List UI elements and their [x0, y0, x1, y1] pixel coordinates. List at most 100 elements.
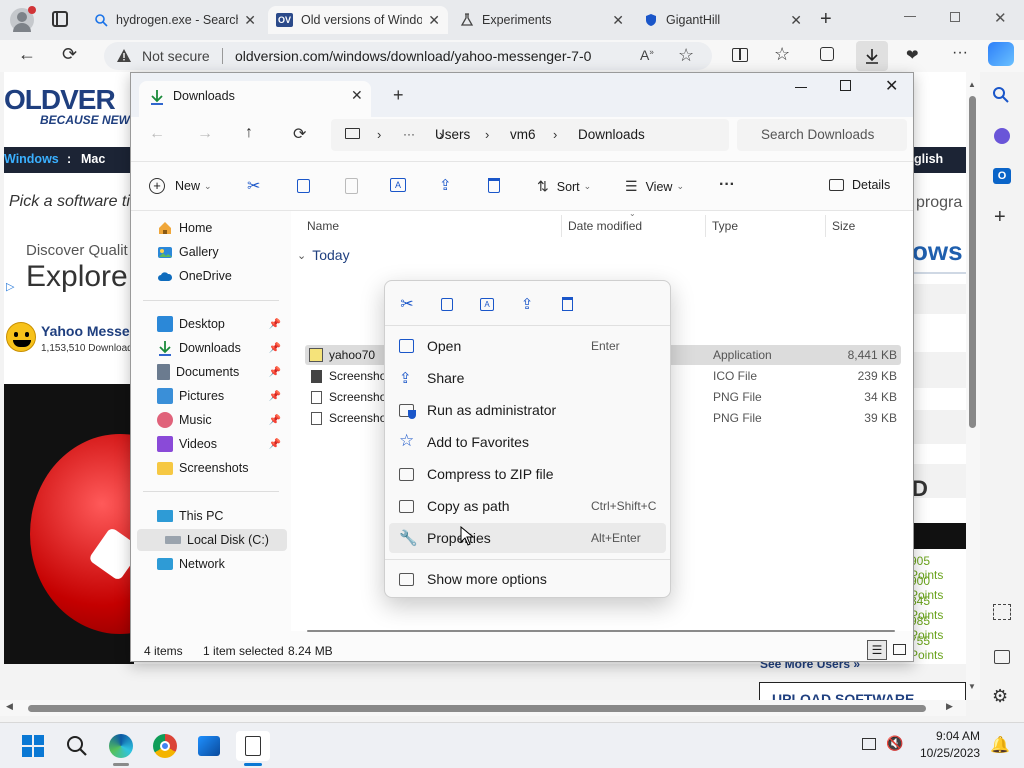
paste-icon[interactable]	[345, 178, 358, 194]
collections-icon[interactable]	[820, 47, 834, 61]
close-tab-icon[interactable]: ✕	[612, 12, 624, 29]
back-icon[interactable]: ←	[18, 44, 36, 65]
forward-arrow-icon[interactable]: →	[197, 125, 213, 143]
search-icon[interactable]	[992, 86, 1010, 104]
nav-videos[interactable]: Videos 📌	[137, 433, 287, 455]
rename-icon[interactable]: A	[390, 178, 406, 192]
clock-time[interactable]: 9:04 AM	[936, 729, 980, 743]
nav-pictures[interactable]: Pictures 📌	[137, 385, 287, 407]
sort-button[interactable]: ⇅ Sort ⌄	[537, 178, 591, 195]
column-header-type[interactable]: Type	[712, 219, 738, 233]
taskbar-search-button[interactable]	[62, 731, 92, 761]
nav-network[interactable]: Network	[137, 553, 287, 575]
delete-icon[interactable]	[556, 293, 578, 315]
refresh-icon[interactable]: ⟳	[293, 124, 306, 144]
screenshot-tool-icon[interactable]	[993, 604, 1011, 620]
screen-tray-icon[interactable]	[862, 738, 876, 750]
explorer-tab-downloads[interactable]: Downloads ✕	[139, 81, 371, 117]
pin-icon[interactable]: 📌	[269, 439, 281, 450]
clock-date[interactable]: 10/25/2023	[920, 746, 980, 760]
pin-icon[interactable]: 📌	[269, 391, 281, 402]
cut-icon[interactable]: ✂	[396, 293, 418, 315]
menu-item-show-more-options[interactable]: Show more options	[389, 564, 666, 594]
sidebar-toggle-icon[interactable]	[994, 650, 1010, 664]
new-tab-button[interactable]: +	[820, 8, 832, 31]
breadcrumb-downloads[interactable]: Downloads	[578, 127, 645, 142]
pin-icon[interactable]: 📌	[269, 415, 281, 426]
nav-mac-link[interactable]: Mac	[81, 152, 105, 166]
more-options-button[interactable]: ···	[719, 176, 735, 194]
menu-item-add-favorites[interactable]: ☆ Add to Favorites	[389, 427, 666, 457]
menu-item-share[interactable]: ⇪ Share	[389, 363, 666, 393]
nav-windows-link[interactable]: Windows	[4, 152, 59, 166]
profile-avatar[interactable]	[10, 6, 36, 32]
new-button[interactable]: + New ⌄	[149, 178, 212, 194]
nav-screenshots[interactable]: Screenshots	[137, 457, 287, 479]
back-arrow-icon[interactable]: ←	[149, 125, 165, 143]
horizontal-scrollbar[interactable]: ◀ ▶	[0, 700, 966, 716]
nav-desktop[interactable]: Desktop 📌	[137, 313, 287, 335]
rename-icon[interactable]: A	[476, 293, 498, 315]
refresh-icon[interactable]: ⟳	[62, 44, 77, 65]
app-title-link[interactable]: Yahoo Messe	[41, 323, 130, 339]
copilot-icon[interactable]	[988, 42, 1014, 66]
menu-item-run-as-admin[interactable]: Run as administrator	[389, 395, 666, 425]
volume-muted-icon[interactable]: 🔇	[886, 735, 903, 752]
search-downloads-input[interactable]: Search Downloads	[737, 119, 907, 151]
nav-gallery[interactable]: Gallery	[137, 241, 287, 263]
edge-taskbar-icon[interactable]	[106, 731, 136, 761]
pin-icon[interactable]: 📌	[269, 367, 281, 378]
column-header-size[interactable]: Size	[832, 219, 855, 233]
tab-oldversion[interactable]: OV Old versions of Windows ✕	[268, 6, 448, 34]
column-header-date[interactable]: Date modified	[568, 219, 642, 233]
tab-hydrogen-search[interactable]: hydrogen.exe - Search ✕	[86, 6, 264, 34]
close-tab-icon[interactable]: ✕	[790, 12, 802, 29]
minimize-browser-button[interactable]	[904, 16, 916, 17]
chrome-taskbar-icon[interactable]	[150, 731, 180, 761]
start-button[interactable]	[18, 731, 48, 761]
breadcrumb[interactable]: › ··· › Users › vm6 › Downloads	[331, 119, 729, 151]
favorites-icon[interactable]: ☆	[774, 44, 790, 65]
breadcrumb-users[interactable]: Users	[435, 127, 470, 142]
tab-actions-icon[interactable]	[52, 11, 68, 27]
up-arrow-icon[interactable]: ↑	[245, 124, 253, 142]
add-sidebar-app-icon[interactable]: +	[994, 206, 1006, 229]
nav-home[interactable]: Home	[137, 217, 287, 239]
close-tab-icon[interactable]: ✕	[428, 12, 440, 29]
view-button[interactable]: ☰ View ⌄	[625, 178, 684, 195]
nav-downloads[interactable]: Downloads 📌	[137, 337, 287, 359]
horizontal-scrollbar[interactable]	[307, 630, 895, 632]
tiles-view-toggle[interactable]	[893, 644, 906, 655]
nav-onedrive[interactable]: OneDrive	[137, 265, 287, 287]
performance-icon[interactable]: ❤	[906, 46, 919, 64]
downloads-button[interactable]	[856, 41, 888, 71]
close-browser-button[interactable]: ✕	[994, 9, 1007, 27]
vertical-scrollbar[interactable]: ▲ ▼	[966, 72, 980, 700]
breadcrumb-ellipsis[interactable]: ···	[403, 127, 415, 141]
cut-icon[interactable]: ✂	[247, 176, 260, 196]
maximize-button[interactable]	[840, 80, 851, 91]
copy-icon[interactable]	[297, 179, 310, 193]
nav-documents[interactable]: Documents 📌	[137, 361, 287, 383]
menu-item-compress-zip[interactable]: Compress to ZIP file	[389, 459, 666, 489]
favorite-star-icon[interactable]: ☆	[678, 45, 694, 66]
nav-local-disk[interactable]: Local Disk (C:)	[137, 529, 287, 551]
copy-icon[interactable]	[436, 293, 458, 315]
share-icon[interactable]: ⇪	[516, 293, 538, 315]
share-icon[interactable]: ⇪	[439, 176, 452, 194]
split-screen-icon[interactable]	[732, 48, 748, 62]
new-explorer-tab-button[interactable]: +	[393, 85, 404, 106]
file-explorer-taskbar-icon[interactable]	[236, 731, 270, 761]
menu-item-open[interactable]: Open Enter	[389, 331, 666, 361]
column-header-name[interactable]: Name	[307, 219, 339, 233]
details-view-toggle[interactable]: ☰	[867, 640, 887, 660]
copilot-sidebar-icon[interactable]	[994, 128, 1010, 144]
close-tab-icon[interactable]: ✕	[244, 12, 256, 29]
delete-icon[interactable]	[488, 178, 500, 193]
address-bar[interactable]: Not secure oldversion.com/windows/downlo…	[104, 42, 712, 70]
tab-giganthill[interactable]: GigantHill ✕	[636, 6, 810, 34]
settings-more-icon[interactable]: ···	[952, 44, 968, 62]
details-pane-button[interactable]: Details	[829, 178, 890, 192]
breadcrumb-vm6[interactable]: vm6	[510, 127, 536, 142]
outlook-icon[interactable]: O	[993, 168, 1011, 184]
